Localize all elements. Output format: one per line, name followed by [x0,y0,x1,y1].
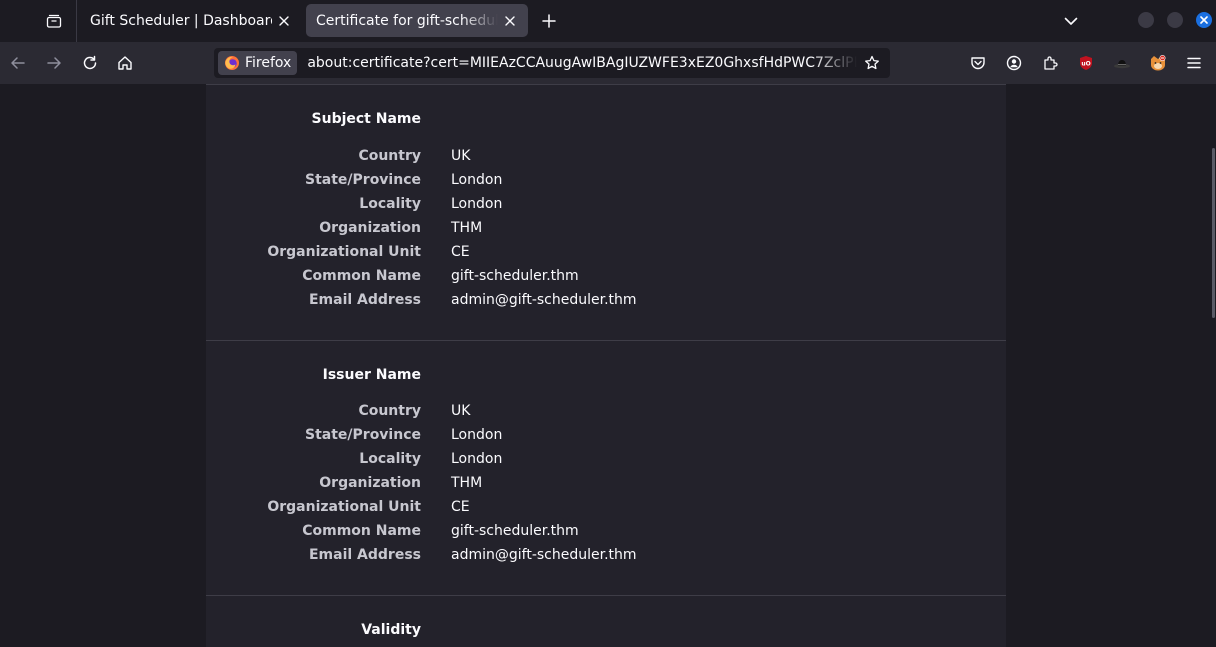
page-content: Subject Name Country UK State/Province L… [0,84,1216,647]
tab-close-button[interactable] [498,9,522,33]
field-label: State/Province [305,172,421,188]
section-title: Validity [361,622,421,638]
field-label: Locality [359,196,421,212]
field-value: THM [451,475,483,491]
field-label: Locality [359,451,421,467]
field-label: Common Name [302,268,421,284]
field-value: London [451,427,503,443]
field-value: gift-scheduler.thm [451,268,579,284]
field-label: Country [358,403,421,419]
pocket-icon [971,57,985,70]
field-value: UK [451,148,471,164]
hat-extension-button[interactable] [1110,51,1134,75]
forward-button[interactable] [39,48,69,78]
certificate-panel: Subject Name Country UK State/Province L… [206,84,1006,647]
svg-text:uO: uO [1081,61,1090,68]
new-tab-button[interactable] [534,6,564,36]
foxyproxy-button[interactable] [1146,51,1170,75]
field-value: CE [451,244,470,260]
window-maximize-button[interactable] [1167,12,1183,28]
foxyproxy-icon [1151,55,1166,71]
tab-overview-button[interactable] [36,6,72,36]
field-label: Email Address [308,292,421,308]
validity-section: Validity [206,595,1006,647]
field-value: London [451,451,503,467]
tab-title: Gift Scheduler | Dashboard [90,12,272,29]
extensions-button[interactable] [1038,51,1062,75]
bookmark-star-button[interactable] [860,51,884,75]
tab-close-button[interactable] [272,9,296,33]
reload-icon [83,55,97,70]
identity-label: Firefox [245,55,292,71]
field-label: Organizational Unit [267,244,421,260]
plus-icon [542,14,556,28]
window-close-button[interactable] [1196,12,1212,28]
scrollbar-thumb[interactable] [1212,148,1215,318]
account-button[interactable] [1002,51,1026,75]
star-icon [865,55,879,70]
ublock-origin-icon: uO [1080,56,1092,70]
navigation-toolbar: Firefox about:certificate?cert=MIIEAzCCA… [0,42,1216,84]
field-value: admin@gift-scheduler.thm [451,292,637,308]
field-value: gift-scheduler.thm [451,523,579,539]
field-value: London [451,196,503,212]
tab-gift-scheduler-dashboard[interactable]: Gift Scheduler | Dashboard [80,4,302,37]
tab-separator [76,0,77,42]
subject-name-section: Subject Name Country UK State/Province L… [206,84,1006,340]
tab-strip: Gift Scheduler | Dashboard Certificate f… [0,0,1216,42]
field-label: State/Province [305,427,421,443]
field-value: admin@gift-scheduler.thm [451,547,637,563]
field-value: CE [451,499,470,515]
close-icon [505,15,515,26]
ublock-origin-button[interactable]: uO [1074,51,1098,75]
back-arrow-icon [11,57,25,69]
close-icon [1200,16,1208,24]
issuer-name-section: Issuer Name Country UK State/Province Lo… [206,340,1006,595]
tab-title: Certificate for gift-scheduler.thm [316,12,498,29]
field-label: Email Address [308,547,421,563]
home-button[interactable] [110,48,140,78]
tab-certificate[interactable]: Certificate for gift-scheduler.thm [306,4,528,37]
identity-box[interactable]: Firefox [218,51,298,75]
reload-button[interactable] [75,48,105,78]
account-icon [1006,55,1022,71]
chevron-down-icon [1064,17,1078,25]
list-all-tabs-button[interactable] [1056,6,1086,36]
tab-overview-icon [46,14,62,28]
app-menu-button[interactable] [1182,51,1206,75]
close-icon [279,15,289,26]
field-label: Common Name [302,523,421,539]
hat-extension-icon [1114,60,1130,69]
back-button[interactable] [3,48,33,78]
section-title: Subject Name [311,111,421,127]
field-label: Organization [319,475,421,491]
firefox-logo-icon [225,56,239,70]
url-bar[interactable]: Firefox about:certificate?cert=MIIEAzCCA… [214,48,890,78]
extensions-icon [1044,56,1058,70]
hamburger-menu-icon [1187,57,1201,69]
window-minimize-button[interactable] [1138,12,1154,28]
section-title: Issuer Name [322,367,421,383]
field-label: Organizational Unit [267,499,421,515]
forward-arrow-icon [47,57,61,69]
pocket-button[interactable] [966,51,990,75]
url-text[interactable]: about:certificate?cert=MIIEAzCCAuugAwIBA… [307,55,857,71]
home-icon [118,56,132,70]
field-value: THM [451,220,483,236]
field-label: Country [358,148,421,164]
field-value: UK [451,403,471,419]
field-value: London [451,172,503,188]
field-label: Organization [319,220,421,236]
